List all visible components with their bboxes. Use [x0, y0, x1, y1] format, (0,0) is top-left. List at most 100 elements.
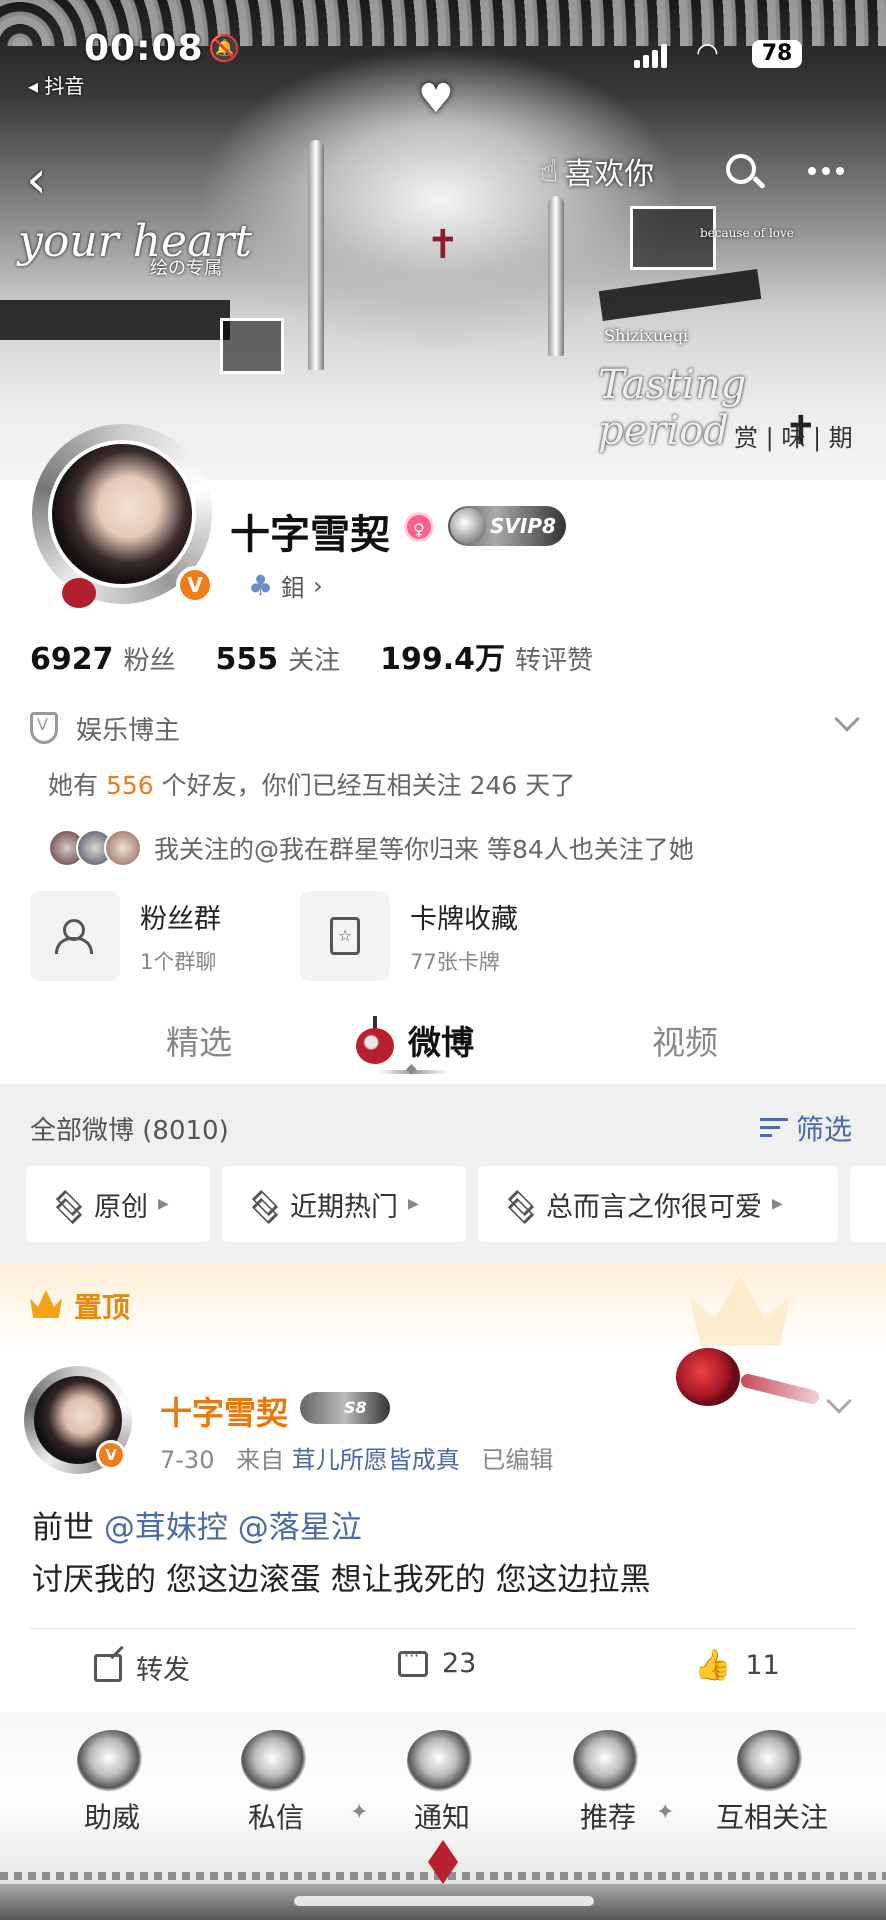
- tab-featured[interactable]: 精选: [166, 1016, 232, 1064]
- pinned-header: 置顶: [0, 1264, 886, 1348]
- tab-weibo[interactable]: 微博: [408, 1016, 474, 1064]
- search-button[interactable]: [724, 152, 766, 194]
- verified-badge-icon: V: [176, 566, 214, 604]
- followers-stat[interactable]: 6927 粉丝: [30, 640, 176, 677]
- profile-avatar-frame[interactable]: V: [18, 420, 228, 610]
- following-stat[interactable]: 555 关注: [216, 640, 341, 677]
- nav-label: 互相关注: [715, 1801, 828, 1834]
- layers-icon: [506, 1191, 532, 1217]
- nav-label: 助威: [83, 1801, 140, 1834]
- card-subtitle: 1个群聊: [140, 949, 217, 974]
- chevron-down-icon[interactable]: [826, 1388, 852, 1414]
- banner-stripe: [598, 269, 762, 321]
- heart-swords-icon: [737, 1730, 807, 1792]
- group-icon-box: [30, 891, 120, 981]
- female-gender-icon: ♀: [404, 512, 434, 542]
- banner-caption: 绘の专属: [150, 258, 222, 279]
- like-profile-button[interactable]: ☝ 喜欢你: [540, 150, 655, 193]
- chip-collection[interactable]: 总而言之你很可爱 ▶: [478, 1166, 838, 1242]
- filter-icon: [759, 1116, 788, 1140]
- comment-icon: [398, 1646, 428, 1677]
- mutual-friends-text: 她有 556 个好友，你们已经互相关注 246 天了: [48, 766, 575, 802]
- pinned-label: 置顶: [74, 1291, 131, 1324]
- post-author-avatar[interactable]: V: [24, 1366, 136, 1478]
- mini-avatars: [48, 829, 142, 867]
- clover-icon: ♣: [248, 569, 274, 602]
- wifi-icon: ◠: [696, 38, 719, 68]
- chip-original[interactable]: 原创 ▶: [26, 1166, 210, 1242]
- filter-chips: 原创 ▶ 近期热门 ▶ 总而言之你很可爱 ▶: [26, 1166, 886, 1244]
- caret-right-icon: ▶: [772, 1196, 783, 1212]
- mention-link[interactable]: @落星泣: [238, 1510, 362, 1546]
- chevron-right-icon: ›: [313, 571, 323, 600]
- apple-decoration: [62, 578, 96, 608]
- mention-link[interactable]: @茸妹控: [104, 1510, 228, 1546]
- thumbs-up-icon: 👍: [694, 1648, 732, 1683]
- share-button[interactable]: 转发: [94, 1648, 190, 1687]
- back-button[interactable]: ‹: [26, 150, 66, 210]
- like-button[interactable]: 👍 11: [694, 1648, 780, 1683]
- search-icon: [726, 154, 756, 184]
- chip-trending[interactable]: 近期热门 ▶: [222, 1166, 466, 1242]
- following-label: 关注: [288, 646, 341, 676]
- fan-group-card[interactable]: 粉丝群 1个群聊: [30, 890, 221, 982]
- post-author-name[interactable]: 十字雪契: [160, 1388, 288, 1434]
- nav-notifications[interactable]: 通知: [372, 1730, 512, 1836]
- profile-stats: 6927 粉丝 555 关注 199.4万 转评赞: [30, 634, 633, 678]
- followed-by-text: 我关注的@我在群星等你归来 等84人也关注了她: [154, 835, 694, 864]
- likes-stat[interactable]: 199.4万 转评赞: [380, 634, 593, 678]
- tab-video[interactable]: 视频: [652, 1016, 718, 1064]
- like-hand-icon: ☝: [540, 153, 559, 189]
- active-tab-indicator: [378, 1061, 448, 1077]
- chevron-down-icon[interactable]: [834, 706, 860, 732]
- signal-icon: [634, 44, 668, 68]
- post-actions: 转发 23 👍 11: [0, 1640, 886, 1696]
- feature-cards: 粉丝群 1个群聊 ☆ 卡牌收藏 77张卡牌: [30, 890, 856, 982]
- friends-suffix: 个好友，你们已经互相关注 246 天了: [161, 771, 576, 800]
- nav-label: 通知: [413, 1801, 470, 1834]
- post-meta: 7-30 来自 茸儿所愿皆成真 已编辑: [160, 1440, 553, 1475]
- post-count: 全部微博 (8010): [30, 1116, 229, 1146]
- card-collection-card[interactable]: ☆ 卡牌收藏 77张卡牌: [300, 890, 518, 982]
- card-title: 粉丝群: [140, 903, 221, 935]
- banner-box: [220, 318, 284, 374]
- ribbon-decoration: [739, 1372, 821, 1406]
- filter-label: 筛选: [795, 1113, 852, 1146]
- avatar[interactable]: [48, 440, 196, 588]
- chip-overflow[interactable]: [850, 1166, 886, 1242]
- svip-badge[interactable]: SVIP8: [448, 506, 566, 546]
- post-source-link[interactable]: 茸儿所愿皆成真: [292, 1446, 460, 1474]
- apple-decoration: [676, 1348, 740, 1406]
- chip-label: 总而言之你很可爱: [546, 1191, 762, 1223]
- sword-decoration: [548, 196, 564, 356]
- card-title: 卡牌收藏: [410, 903, 518, 935]
- category-row[interactable]: 娱乐博主: [30, 706, 860, 750]
- back-to-app-link[interactable]: ◂ 抖音: [28, 70, 84, 99]
- silent-bell-icon: 🔕: [208, 34, 241, 64]
- filter-button[interactable]: 筛选: [759, 1108, 852, 1148]
- post-text: 前世: [32, 1510, 94, 1546]
- card-subtitle: 77张卡牌: [410, 949, 500, 974]
- status-time: 00:08: [84, 28, 204, 69]
- profile-name: 十字雪契: [230, 512, 390, 558]
- comment-button[interactable]: 23: [398, 1646, 476, 1679]
- nav-mutual-follow[interactable]: 互相关注: [702, 1730, 842, 1836]
- nav-cheer[interactable]: 助威: [42, 1730, 182, 1836]
- level-row[interactable]: ♣ 鉬 ›: [248, 568, 323, 603]
- status-bar: 00:08 🔕 ◂ 抖音 ◠ 78: [0, 20, 886, 98]
- sparkle-icon: ✦: [350, 1800, 369, 1825]
- group-icon: [55, 919, 95, 954]
- more-options-button[interactable]: [808, 150, 852, 192]
- crown-decoration: [690, 1276, 790, 1346]
- like-profile-label: 喜欢你: [564, 157, 655, 192]
- followed-by-row[interactable]: 我关注的@我在群星等你归来 等84人也关注了她: [48, 826, 694, 870]
- layers-icon: [250, 1191, 276, 1217]
- home-indicator[interactable]: [294, 1896, 594, 1906]
- nav-messages[interactable]: 私信: [206, 1730, 346, 1836]
- feed-header: 全部微博 (8010) 筛选 原创 ▶ 近期热门 ▶ 总而言之你很可爱 ▶: [0, 1084, 886, 1264]
- caret-right-icon: ▶: [408, 1196, 419, 1212]
- followers-count: 6927: [30, 642, 114, 677]
- star-card-icon: ☆: [330, 917, 360, 955]
- banner-caption: Shizixueqi: [604, 326, 689, 345]
- card-icon-box: ☆: [300, 891, 390, 981]
